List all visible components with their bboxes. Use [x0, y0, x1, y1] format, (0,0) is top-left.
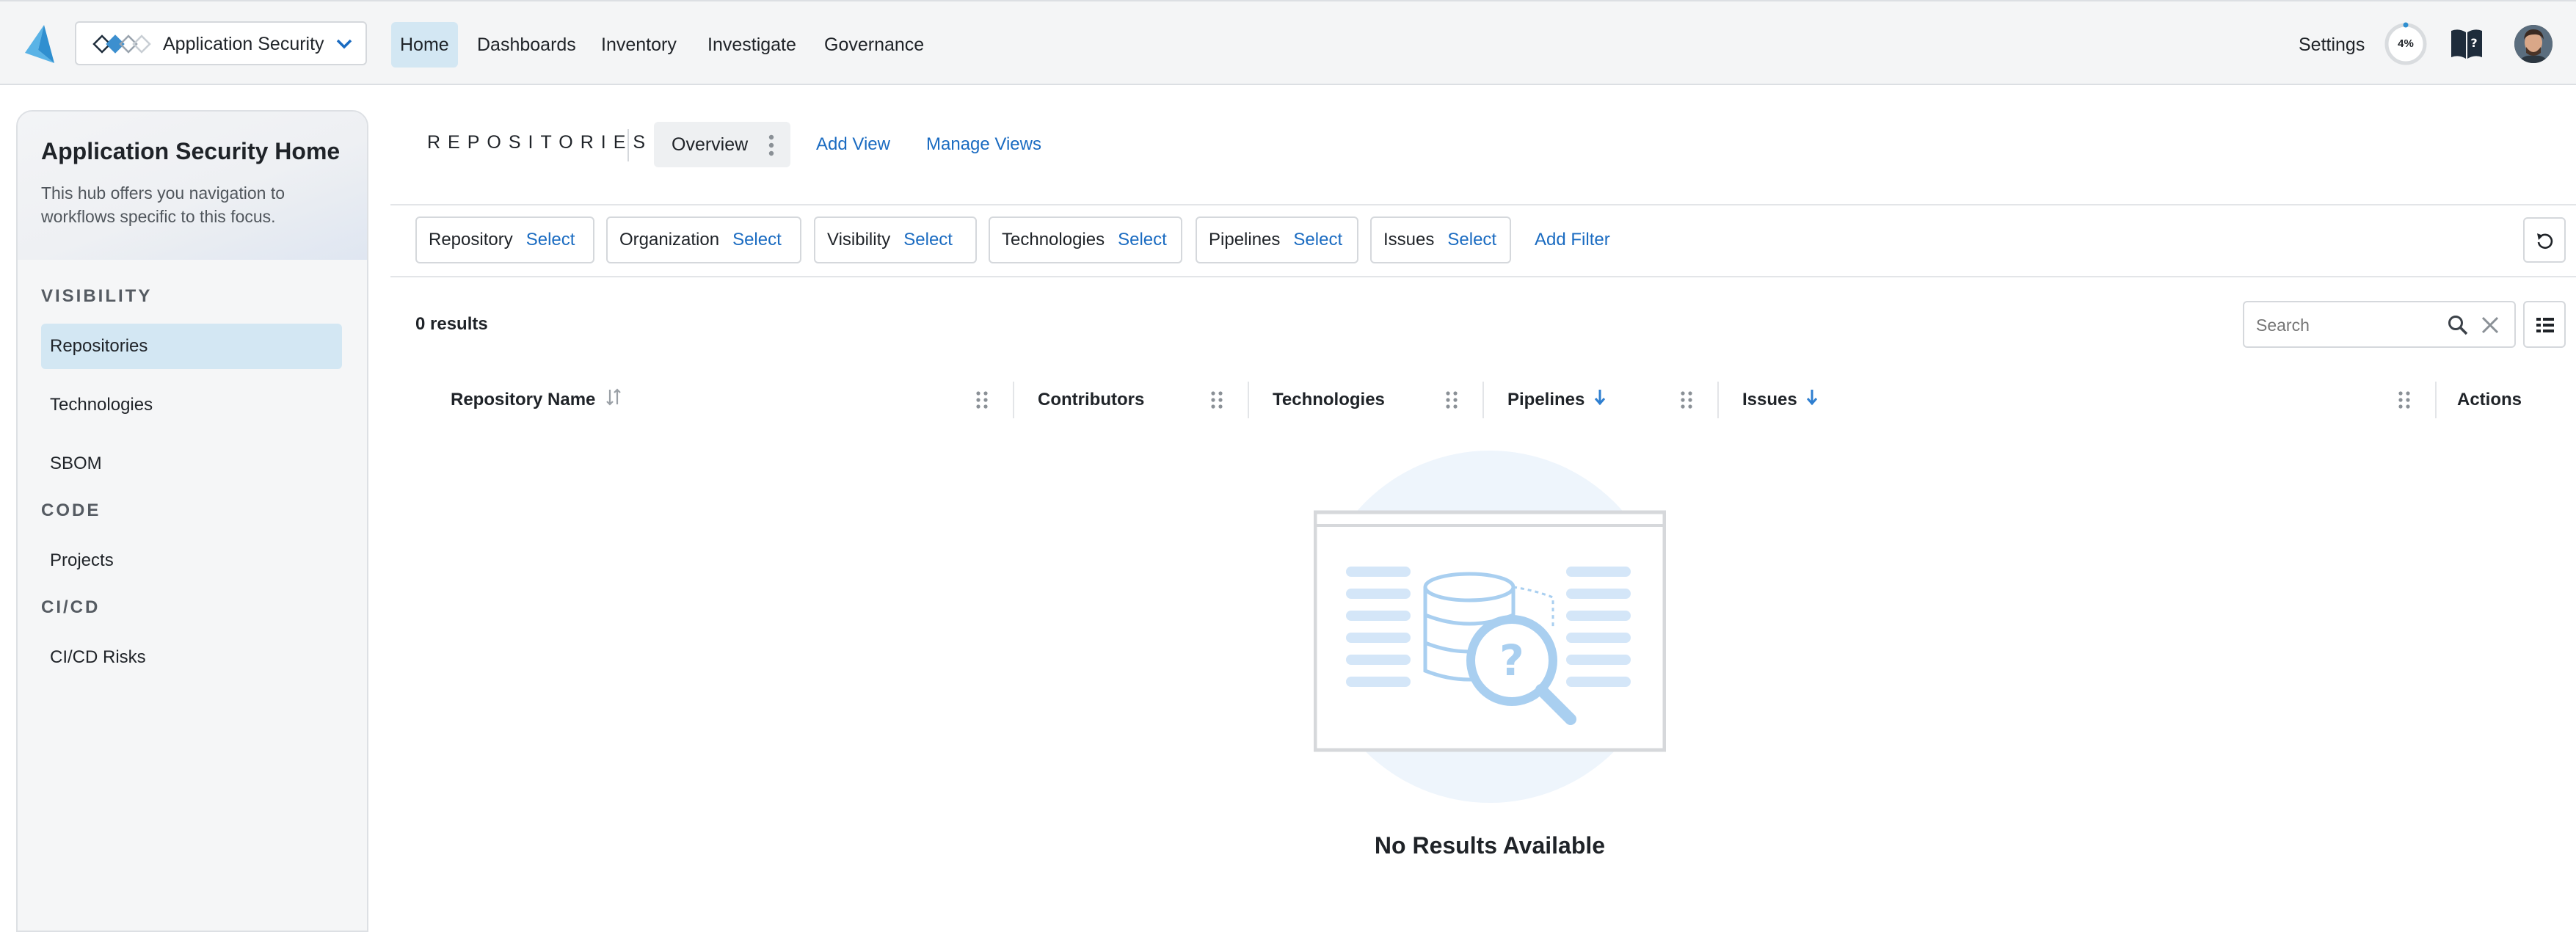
svg-text:?: ? [1499, 636, 1524, 685]
column-divider [1248, 382, 1249, 418]
nav-governance[interactable]: Governance [815, 22, 933, 68]
nav-investigate[interactable]: Investigate [699, 22, 805, 68]
empty-state-message: No Results Available [1374, 832, 1606, 859]
drag-handle-icon[interactable] [2397, 390, 2412, 409]
column-header-repository-name[interactable]: Repository Name [451, 385, 622, 415]
sidebar-item-cicd-risks[interactable]: CI/CD Risks [41, 635, 342, 680]
sort-descending-icon[interactable] [1593, 387, 1607, 407]
column-settings-button[interactable] [2523, 301, 2566, 348]
tab-add-view[interactable]: Add View [816, 134, 890, 156]
top-bar: Application Security Home Dashboards Inv… [0, 0, 2576, 85]
nav-home[interactable]: Home [391, 22, 458, 68]
column-header-pipelines[interactable]: Pipelines [1507, 385, 1607, 415]
filter-label: Visibility [827, 230, 891, 250]
filter-label: Repository [429, 230, 513, 250]
chevron-down-icon [336, 39, 352, 49]
app-selector-label: Application Security [163, 34, 324, 54]
tab-manage-views[interactable]: Manage Views [926, 134, 1041, 156]
user-avatar-icon [2514, 25, 2553, 63]
filter-issues[interactable]: Issues Select [1370, 216, 1511, 263]
column-divider [2435, 382, 2437, 418]
tab-overview-label: Overview [672, 134, 749, 155]
filter-label: Organization [619, 230, 720, 250]
reset-icon [2537, 233, 2553, 250]
filter-label: Issues [1383, 230, 1435, 250]
sidebar-description: This hub offers you navigation to workfl… [41, 183, 285, 226]
filter-select-link[interactable]: Select [732, 230, 782, 250]
drag-handle-icon[interactable] [1444, 390, 1459, 409]
svg-text:?: ? [2470, 36, 2477, 50]
avatar[interactable] [2514, 25, 2553, 63]
filter-select-link[interactable]: Select [1293, 230, 1342, 250]
section-title: REPOSITORIES [427, 132, 653, 153]
sidebar: Application Security Home This hub offer… [16, 110, 368, 932]
column-label: Pipelines [1507, 390, 1585, 409]
sidebar-section-code: CODE [41, 500, 101, 520]
add-filter-link[interactable]: Add Filter [1535, 229, 1610, 251]
nav-inventory[interactable]: Inventory [592, 22, 685, 68]
search-input[interactable] [2255, 313, 2441, 338]
column-header-contributors[interactable]: Contributors [1038, 385, 1144, 415]
filter-select-link[interactable]: Select [903, 230, 953, 250]
filter-technologies[interactable]: Technologies Select [989, 216, 1182, 263]
column-header-issues[interactable]: Issues [1742, 385, 1819, 415]
column-divider [1717, 382, 1719, 418]
app-selector-logo-icon [92, 34, 151, 54]
divider [390, 204, 2576, 205]
filter-select-link[interactable]: Select [1118, 230, 1167, 250]
sidebar-header: Application Security Home This hub offer… [18, 112, 367, 260]
sidebar-section-cicd: CI/CD [41, 597, 101, 617]
filter-label: Technologies [1002, 230, 1105, 250]
search-icon[interactable] [2447, 314, 2469, 336]
empty-state-illustration-icon: ? [1314, 451, 1666, 803]
progress-indicator[interactable]: 4% [2384, 22, 2428, 66]
title-divider [627, 129, 629, 161]
progress-label: 4% [2398, 37, 2414, 50]
filter-organization[interactable]: Organization Select [606, 216, 801, 263]
filter-select-link[interactable]: Select [526, 230, 575, 250]
tab-overview[interactable]: Overview [654, 122, 790, 167]
column-label: Repository Name [451, 390, 596, 409]
results-count: 0 results [415, 314, 488, 334]
sort-descending-icon[interactable] [1805, 387, 1819, 407]
app-selector[interactable]: Application Security [75, 21, 367, 65]
column-divider [1482, 382, 1484, 418]
column-header-technologies[interactable]: Technologies [1273, 385, 1385, 415]
sidebar-title: Application Security Home [41, 138, 341, 164]
sort-icon[interactable] [605, 387, 622, 407]
drag-handle-icon[interactable] [1209, 390, 1224, 409]
drag-handle-icon[interactable] [975, 390, 989, 409]
drag-handle-icon[interactable] [1679, 390, 1694, 409]
filter-label: Pipelines [1209, 230, 1281, 250]
filter-repository[interactable]: Repository Select [415, 216, 594, 263]
sidebar-item-technologies[interactable]: Technologies [41, 382, 342, 428]
sidebar-item-repositories[interactable]: Repositories [41, 324, 342, 369]
kebab-menu-icon[interactable] [768, 134, 775, 157]
search-field[interactable] [2243, 301, 2516, 348]
reset-filters-button[interactable] [2523, 217, 2566, 263]
column-header-actions: Actions [2457, 390, 2522, 409]
column-label: Issues [1742, 390, 1797, 409]
logo-icon[interactable] [22, 23, 57, 65]
settings-link[interactable]: Settings [2290, 22, 2373, 68]
sidebar-item-sbom[interactable]: SBOM [41, 441, 342, 487]
documentation-icon[interactable]: ? [2450, 28, 2484, 60]
clear-search-icon[interactable] [2481, 316, 2500, 335]
filter-visibility[interactable]: Visibility Select [814, 216, 977, 263]
sidebar-section-visibility: VISIBILITY [41, 286, 153, 306]
nav-dashboards[interactable]: Dashboards [468, 22, 585, 68]
divider [390, 276, 2576, 277]
column-divider [1013, 382, 1014, 418]
filter-pipelines[interactable]: Pipelines Select [1196, 216, 1358, 263]
list-view-icon [2536, 318, 2554, 332]
sidebar-item-projects[interactable]: Projects [41, 538, 342, 583]
filter-select-link[interactable]: Select [1447, 230, 1496, 250]
